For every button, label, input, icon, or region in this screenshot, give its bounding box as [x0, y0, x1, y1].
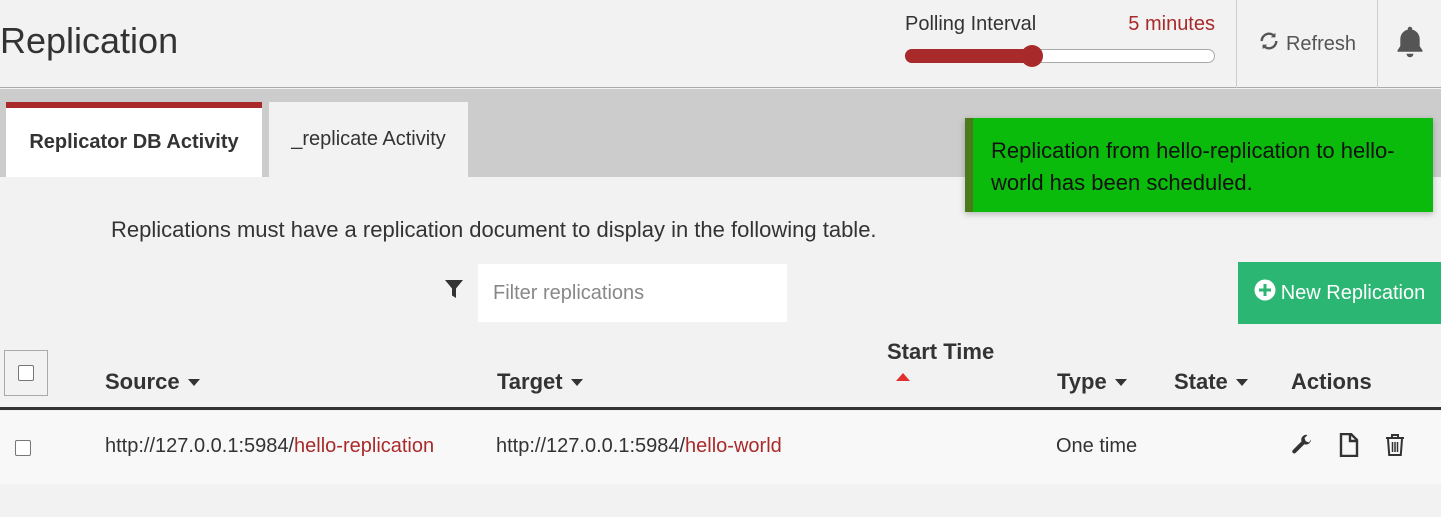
source-cell: http://127.0.0.1:5984/hello-replication: [105, 435, 434, 458]
column-label: State: [1174, 369, 1228, 394]
plus-circle-icon: [1254, 279, 1276, 307]
column-header-state[interactable]: State: [1174, 369, 1248, 395]
refresh-icon: [1258, 30, 1280, 58]
tab-replicate-activity[interactable]: _replicate Activity: [269, 102, 468, 177]
wrench-icon[interactable]: [1290, 433, 1314, 462]
notifications-button[interactable]: [1378, 0, 1441, 88]
new-replication-button[interactable]: New Replication: [1238, 262, 1441, 324]
checkbox-box: [15, 440, 31, 456]
table-header: Source Target Start Time Type State Acti…: [0, 333, 1441, 410]
column-header-type[interactable]: Type: [1057, 369, 1127, 395]
polling-slider-thumb[interactable]: [1021, 45, 1043, 67]
column-label: Type: [1057, 369, 1107, 394]
refresh-label: Refresh: [1285, 32, 1357, 55]
sort-caret-icon: [1235, 378, 1248, 386]
target-cell: http://127.0.0.1:5984/hello-world: [496, 435, 782, 458]
filter-replications-input[interactable]: [478, 264, 787, 322]
select-all-checkbox[interactable]: [4, 350, 48, 396]
polling-interval-value: 5 minutes: [1128, 13, 1215, 35]
column-label: Actions: [1291, 369, 1372, 394]
sort-caret-icon: [570, 378, 583, 386]
bell-icon: [1393, 24, 1427, 65]
document-icon[interactable]: [1339, 432, 1359, 462]
column-label: Start Time: [887, 339, 995, 364]
column-label: Source: [105, 369, 180, 394]
trash-icon[interactable]: [1385, 433, 1405, 462]
target-host: http://127.0.0.1:5984/: [496, 435, 686, 457]
tab-replicator-db-activity[interactable]: Replicator DB Activity: [6, 102, 262, 177]
page-title: Replication: [0, 20, 179, 61]
sort-caret-icon: [187, 378, 200, 386]
sort-ascending-icon: [896, 373, 910, 381]
column-label: Target: [497, 369, 563, 394]
refresh-button[interactable]: Refresh: [1236, 0, 1378, 88]
header: Replication Polling Interval 5 minutes R…: [0, 0, 1441, 88]
target-db-link[interactable]: hello-world: [685, 435, 782, 457]
type-cell: One time: [1056, 435, 1138, 457]
column-header-start-time[interactable]: Start Time: [887, 339, 994, 381]
source-host: http://127.0.0.1:5984/: [105, 435, 295, 457]
table-row: http://127.0.0.1:5984/hello-replication …: [0, 411, 1441, 484]
info-text: Replications must have a replication doc…: [111, 217, 877, 242]
polling-interval: Polling Interval 5 minutes: [905, 13, 1215, 73]
success-notification[interactable]: Replication from hello-replication to he…: [965, 118, 1433, 212]
checkbox-box: [18, 365, 34, 381]
new-replication-label: New Replication: [1280, 281, 1426, 304]
column-header-source[interactable]: Source: [105, 369, 200, 395]
row-checkbox[interactable]: [15, 440, 31, 456]
source-db-link[interactable]: hello-replication: [294, 435, 434, 457]
column-header-actions: Actions: [1291, 369, 1372, 395]
polling-slider-fill: [905, 49, 1032, 63]
column-header-target[interactable]: Target: [497, 369, 583, 395]
sort-caret-icon: [1114, 378, 1127, 386]
polling-interval-label: Polling Interval: [905, 13, 1037, 35]
filter-icon: [444, 279, 464, 304]
